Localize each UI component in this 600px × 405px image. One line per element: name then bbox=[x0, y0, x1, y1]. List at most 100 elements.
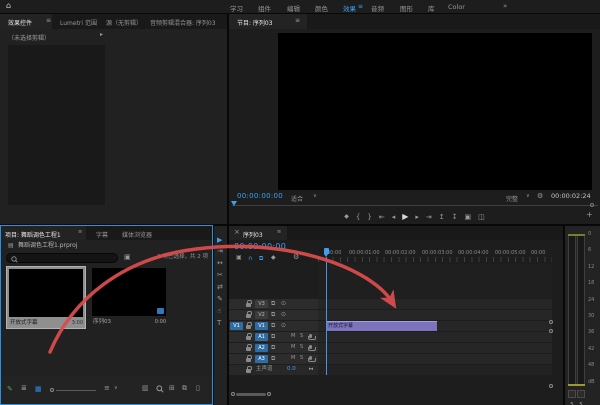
h-zoom-bar[interactable] bbox=[236, 393, 266, 396]
project-item-sequence03[interactable]: 序列03 0:00 bbox=[90, 266, 170, 329]
v-scroll-dot[interactable] bbox=[549, 384, 553, 388]
new-bin-button[interactable]: ⊞ bbox=[169, 385, 175, 392]
search-input[interactable] bbox=[6, 253, 118, 263]
play-button[interactable]: ▶ bbox=[402, 213, 408, 221]
automate-to-sequence-button[interactable]: ▥ bbox=[142, 385, 149, 392]
slip-tool[interactable]: ⇄ bbox=[217, 284, 223, 291]
razor-tool[interactable]: ✂ bbox=[217, 272, 223, 279]
lock-icon[interactable] bbox=[246, 369, 251, 373]
program-scrubber[interactable] bbox=[232, 205, 598, 206]
mute-button[interactable]: M bbox=[291, 345, 295, 350]
expand-right-icon[interactable]: ▸ bbox=[100, 32, 103, 38]
workspace-overflow-icon[interactable]: » bbox=[503, 2, 507, 10]
track-button-v2[interactable]: V2 bbox=[255, 311, 268, 319]
list-view-button[interactable]: ≣ bbox=[21, 385, 27, 392]
find-button[interactable] bbox=[156, 385, 164, 393]
workspace-tab-assembly[interactable]: 组件 bbox=[258, 3, 271, 13]
add-marker-button[interactable]: ◆ bbox=[271, 255, 276, 261]
sort-button[interactable]: ≡ bbox=[104, 385, 110, 392]
keyframe-nav-icon[interactable]: ▸◂ bbox=[309, 367, 312, 372]
close-icon[interactable]: × bbox=[234, 229, 240, 236]
export-frame-button[interactable]: ▣ bbox=[465, 214, 472, 221]
workspace-tab-libraries[interactable]: 库 bbox=[428, 3, 435, 13]
lock-icon[interactable] bbox=[246, 314, 251, 318]
step-back-button[interactable]: ◂ bbox=[392, 214, 396, 221]
tab-program-monitor[interactable]: 节目: 序列03 ≡ bbox=[229, 14, 307, 29]
hand-tool[interactable]: ☝ bbox=[217, 308, 221, 315]
sync-lock-icon[interactable]: ⧉ bbox=[271, 301, 275, 307]
linked-selection-button[interactable]: ⧉ bbox=[259, 255, 263, 263]
panel-menu-icon[interactable]: ≡ bbox=[277, 230, 281, 235]
track-button-a3[interactable]: A3 bbox=[255, 355, 268, 363]
sort-chevron-icon[interactable]: ∨ bbox=[114, 386, 118, 391]
v-scroll-handle-bottom[interactable] bbox=[549, 329, 553, 333]
mark-in-button[interactable]: { bbox=[356, 214, 360, 221]
mic-icon[interactable] bbox=[309, 334, 312, 338]
extract-button[interactable]: ↧ bbox=[452, 214, 458, 221]
sync-lock-icon[interactable]: ⧉ bbox=[271, 345, 275, 351]
eye-icon[interactable]: ⊙ bbox=[281, 301, 286, 307]
track-select-tool[interactable]: ⇥ bbox=[217, 248, 223, 255]
master-volume-value[interactable]: 0.0 bbox=[287, 367, 296, 373]
workspace-tab-effects[interactable]: 效果 bbox=[343, 3, 356, 13]
lock-icon[interactable] bbox=[246, 358, 251, 362]
fit-dropdown[interactable]: 适合 bbox=[291, 194, 303, 203]
tab-captions[interactable]: 字幕 bbox=[96, 230, 108, 239]
workspace-tab-color[interactable]: 颜色 bbox=[315, 3, 328, 13]
lock-icon[interactable] bbox=[246, 325, 251, 329]
solo-left-button[interactable]: S bbox=[568, 390, 576, 398]
tab-audio-clip-mixer[interactable]: 音频剪辑混合器: 序列03 bbox=[150, 18, 216, 27]
audio-track-lane-a1[interactable] bbox=[318, 332, 552, 342]
workspace-tab-learning[interactable]: 学习 bbox=[230, 3, 243, 13]
track-button-a1[interactable]: A1 bbox=[255, 333, 268, 341]
tab-effect-controls[interactable]: 效果控件 bbox=[0, 14, 52, 29]
step-forward-button[interactable]: ▸ bbox=[415, 214, 419, 221]
lock-icon[interactable] bbox=[246, 303, 251, 307]
program-timecode[interactable]: 00:00:00:00 bbox=[237, 193, 283, 200]
panel-menu-icon[interactable]: ≡ bbox=[46, 18, 51, 24]
filter-button[interactable]: ▣ bbox=[124, 254, 131, 261]
tab-media-browser[interactable]: 媒体浏览器 bbox=[122, 230, 152, 239]
clear-button[interactable]: ▯ bbox=[196, 385, 200, 392]
go-to-in-button[interactable]: ⇤ bbox=[379, 214, 385, 221]
panel-menu-icon[interactable]: ≡ bbox=[78, 230, 82, 235]
source-patch-v1[interactable]: V1 bbox=[230, 322, 243, 330]
new-item-button[interactable]: ⧉ bbox=[182, 385, 187, 392]
fit-chevron-icon[interactable]: ∨ bbox=[313, 194, 317, 199]
workspace-tab-graphics[interactable]: 图形 bbox=[400, 3, 413, 13]
track-button-v3[interactable]: V3 bbox=[255, 300, 268, 308]
mic-icon[interactable] bbox=[309, 356, 312, 360]
timeline-ruler[interactable]: 00:00 00:00:01:00 00:00:02:00 00:00:03:0… bbox=[318, 248, 552, 262]
mic-icon[interactable] bbox=[309, 345, 312, 349]
quality-dropdown[interactable]: 完整 bbox=[506, 194, 518, 203]
zoom-slider-track[interactable] bbox=[56, 390, 96, 391]
mark-out-button[interactable]: } bbox=[367, 214, 371, 221]
workspace-tab-audio[interactable]: 音频 bbox=[371, 3, 384, 13]
tab-lumetri-scopes[interactable]: Lumetri 范围 bbox=[60, 18, 97, 27]
sync-lock-icon[interactable]: ⧉ bbox=[271, 323, 275, 329]
sync-lock-icon[interactable]: ⧉ bbox=[271, 334, 275, 340]
program-settings-icon[interactable]: ⚙ bbox=[537, 193, 543, 200]
add-button[interactable]: + bbox=[586, 211, 593, 219]
home-icon[interactable]: ⌂ bbox=[6, 2, 11, 10]
lock-icon[interactable] bbox=[246, 347, 251, 351]
workspace-tab-editing[interactable]: 编辑 bbox=[287, 3, 300, 13]
snap-button[interactable]: ∩ bbox=[248, 255, 252, 262]
video-track-lane-v2[interactable] bbox=[318, 310, 552, 320]
program-playhead[interactable] bbox=[231, 201, 237, 206]
audio-track-lane-a2[interactable] bbox=[318, 343, 552, 353]
add-marker-button[interactable]: ◆ bbox=[344, 214, 349, 220]
timeline-timecode[interactable]: 00:00:00:00 bbox=[234, 243, 286, 251]
mute-button[interactable]: M bbox=[291, 334, 295, 339]
eye-icon[interactable]: ⊙ bbox=[281, 312, 286, 318]
track-button-v1[interactable]: V1 bbox=[255, 322, 268, 330]
type-tool[interactable]: T bbox=[217, 320, 221, 327]
solo-button[interactable]: S bbox=[300, 345, 303, 350]
solo-button[interactable]: S bbox=[300, 356, 303, 361]
eye-icon[interactable]: ⊙ bbox=[281, 323, 286, 329]
workspace-tab-color-custom[interactable]: Color bbox=[448, 3, 465, 11]
tab-source-monitor[interactable]: 源（无剪辑） bbox=[106, 18, 142, 27]
lift-button[interactable]: ↥ bbox=[439, 214, 445, 221]
mute-button[interactable]: M bbox=[291, 356, 295, 361]
icon-view-button[interactable]: ▦ bbox=[35, 385, 42, 393]
